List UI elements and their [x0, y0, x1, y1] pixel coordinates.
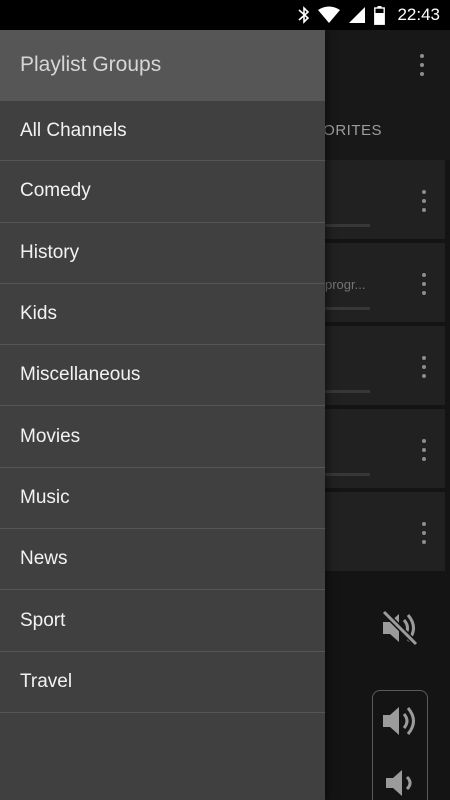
bluetooth-icon — [298, 6, 310, 24]
wifi-icon — [318, 6, 341, 24]
drawer-item-sport[interactable]: Sport — [0, 590, 325, 652]
drawer-item-music[interactable]: Music — [0, 468, 325, 530]
cell-signal-icon — [348, 6, 366, 24]
clock: 22:43 — [397, 5, 440, 24]
drawer-item-history[interactable]: History — [0, 223, 325, 284]
status-bar: 22:43 — [0, 0, 450, 30]
battery-icon — [374, 5, 386, 25]
screen: 22:43 ORITES progr... Playlist Groups Al… — [0, 0, 450, 800]
drawer-item-news[interactable]: News — [0, 529, 325, 591]
drawer-item-comedy[interactable]: Comedy — [0, 161, 325, 223]
drawer-header: Playlist Groups — [0, 30, 325, 100]
navigation-drawer: Playlist Groups All Channels Comedy Hist… — [0, 30, 325, 800]
playlist-group-list: All Channels Comedy History Kids Miscell… — [0, 100, 325, 713]
drawer-item-movies[interactable]: Movies — [0, 406, 325, 468]
drawer-item-travel[interactable]: Travel — [0, 652, 325, 713]
drawer-item-kids[interactable]: Kids — [0, 284, 325, 346]
drawer-item-all-channels[interactable]: All Channels — [0, 100, 325, 162]
drawer-item-miscellaneous[interactable]: Miscellaneous — [0, 345, 325, 407]
drawer-title: Playlist Groups — [20, 53, 162, 76]
